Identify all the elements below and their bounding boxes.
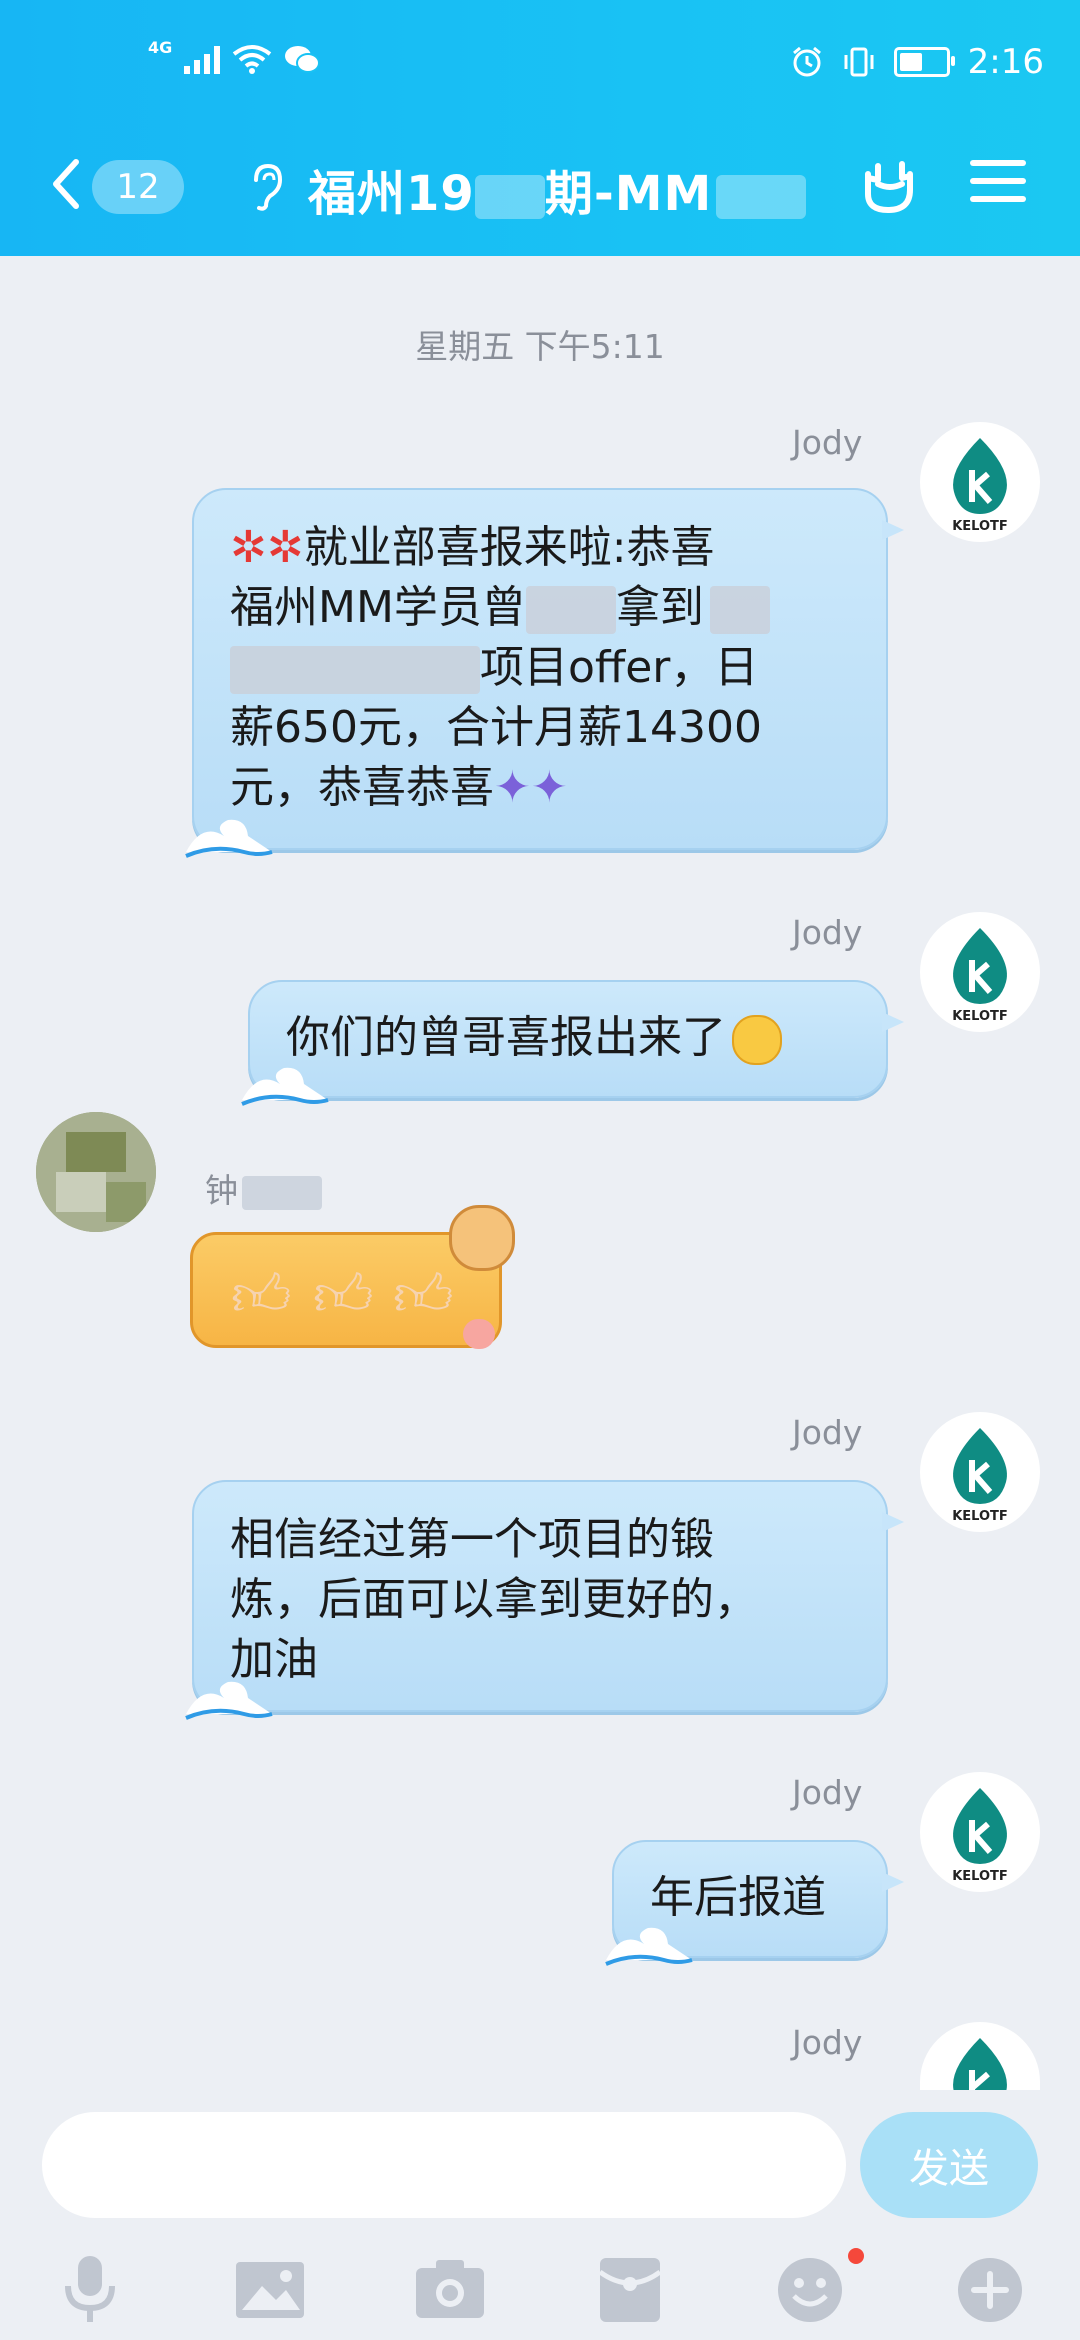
chat-title-prefix: 福州19 (308, 166, 475, 222)
grin-emoji-icon (732, 1015, 782, 1065)
battery-icon (893, 47, 955, 77)
message-text-line: 项目offer，日 (480, 642, 759, 693)
chat-title: 福州19 期-MM (308, 154, 807, 224)
image-icon[interactable] (230, 2250, 310, 2330)
avatar-jody[interactable]: KELOTF (920, 1772, 1040, 1892)
vibrate-icon (844, 47, 874, 77)
emoji-icon[interactable] (770, 2250, 850, 2330)
message-bubble[interactable]: 相信经过第一个项目的锻 炼，后面可以拿到更好的， 加油 (185, 1480, 904, 1720)
network-type: 4G (148, 37, 173, 57)
avatar-label: KELOTF (952, 519, 1008, 534)
sender-name: Jody (792, 1413, 863, 1452)
wave-decoration-icon (241, 1067, 329, 1106)
plus-icon[interactable] (950, 2250, 1030, 2330)
rock-hand-icon[interactable] (858, 154, 922, 216)
wave-decoration-icon (185, 819, 273, 858)
back-arrow-icon[interactable] (44, 154, 94, 214)
notification-dot (848, 2248, 864, 2264)
wifi-icon (233, 45, 272, 74)
message-bubble[interactable]: 年后报道 (605, 1840, 904, 1966)
sender-name: Jody (792, 913, 863, 952)
redacted-block (230, 646, 480, 694)
message-text-line: 拿到 (615, 582, 704, 633)
status-bar: 4G 2:16 (0, 34, 1080, 94)
chat-timestamp: 星期五 下午5:11 (415, 327, 665, 366)
redacted-block (709, 586, 770, 634)
kelotf-logo-icon: KELOTF (952, 1788, 1008, 1884)
title-bar: 12 福州19 期-MM (0, 140, 1080, 230)
menu-icon[interactable] (970, 160, 1026, 208)
alarm-icon (792, 46, 821, 77)
message-text-line: 元，恭喜恭喜 (230, 762, 494, 813)
thumbs-up-icon: 👍︎ (231, 1261, 292, 1329)
sticker-bubble[interactable]: 👍︎ 👍︎ 👍︎ (190, 1205, 515, 1349)
kelotf-logo-icon: KELOTF (952, 928, 1008, 1024)
avatar-jody[interactable]: KELOTF (920, 1412, 1040, 1532)
avatar-jody[interactable]: KELOTF (920, 422, 1040, 542)
message-text-line: 相信经过第一个项目的锻 (230, 1514, 714, 1565)
svg-text:KELOTF: KELOTF (952, 1009, 1008, 1024)
sender-name: Jody (792, 1773, 863, 1812)
toolbar (0, 2248, 1080, 2330)
input-bar: 发送 (0, 2090, 1080, 2340)
avatar-jody[interactable] (920, 2022, 1040, 2090)
clock: 2:16 (967, 42, 1044, 82)
send-button[interactable]: 发送 (860, 2112, 1038, 2218)
message-text-line: 福州MM学员曾 (230, 582, 526, 633)
header-bar: 4G 2:16 12 福州19 期-MM (0, 0, 1080, 256)
wechat-icon (285, 46, 321, 73)
signal-icon (184, 44, 221, 74)
message-input[interactable] (42, 2112, 846, 2218)
sender-name: 钟 (205, 1164, 322, 1212)
thumbs-up-icon: 👍︎ (313, 1261, 374, 1329)
chat-title-middle: 期-MM (544, 166, 713, 222)
message-bubble[interactable]: ✲✲就业部喜报来啦:恭喜 福州MM学员曾 拿到 项目offer，日 薪650元，合… (185, 488, 904, 858)
sender-name: Jody (792, 2023, 863, 2062)
party-popper-emoji-icon: ✦✦ (494, 762, 568, 813)
avatar-user-blurred[interactable] (36, 1112, 156, 1232)
kelotf-logo-icon: KELOTF (952, 1428, 1008, 1524)
message-text-line: 就业部喜报来啦:恭喜 (303, 522, 715, 573)
wave-decoration-icon (185, 1681, 273, 1720)
kelotf-logo-icon (953, 2038, 1007, 2090)
message-bubble[interactable]: 你们的曾哥喜报出来了 (241, 980, 904, 1106)
camera-icon[interactable] (410, 2250, 490, 2330)
monkey-sticker-icon (449, 1205, 515, 1271)
unread-count-badge[interactable]: 12 (92, 160, 184, 214)
wave-decoration-icon (605, 1927, 693, 1966)
message-text-line: 炼，后面可以拿到更好的， (230, 1574, 758, 1625)
message-text: 你们的曾哥喜报出来了 (286, 1012, 726, 1063)
microphone-icon[interactable] (50, 2250, 130, 2330)
kelotf-logo-icon: KELOTF (952, 438, 1008, 534)
thumbs-up-icon: 👍︎ (393, 1261, 454, 1329)
redacted-block (242, 1175, 322, 1210)
sender-name: Jody (792, 423, 863, 462)
red-packet-icon[interactable] (590, 2250, 670, 2330)
svg-text:KELOTF: KELOTF (952, 1869, 1008, 1884)
redacted-block (525, 586, 616, 634)
redacted-block (716, 175, 807, 219)
message-text-line: 薪650元，合计月薪14300 (230, 702, 762, 753)
redacted-block (474, 175, 545, 219)
firecracker-emoji-icon: ✲✲ (230, 522, 304, 573)
earpiece-icon (254, 163, 283, 211)
avatar-jody[interactable]: KELOTF (920, 912, 1040, 1032)
svg-text:KELOTF: KELOTF (952, 1509, 1008, 1524)
peach-icon (463, 1319, 495, 1349)
